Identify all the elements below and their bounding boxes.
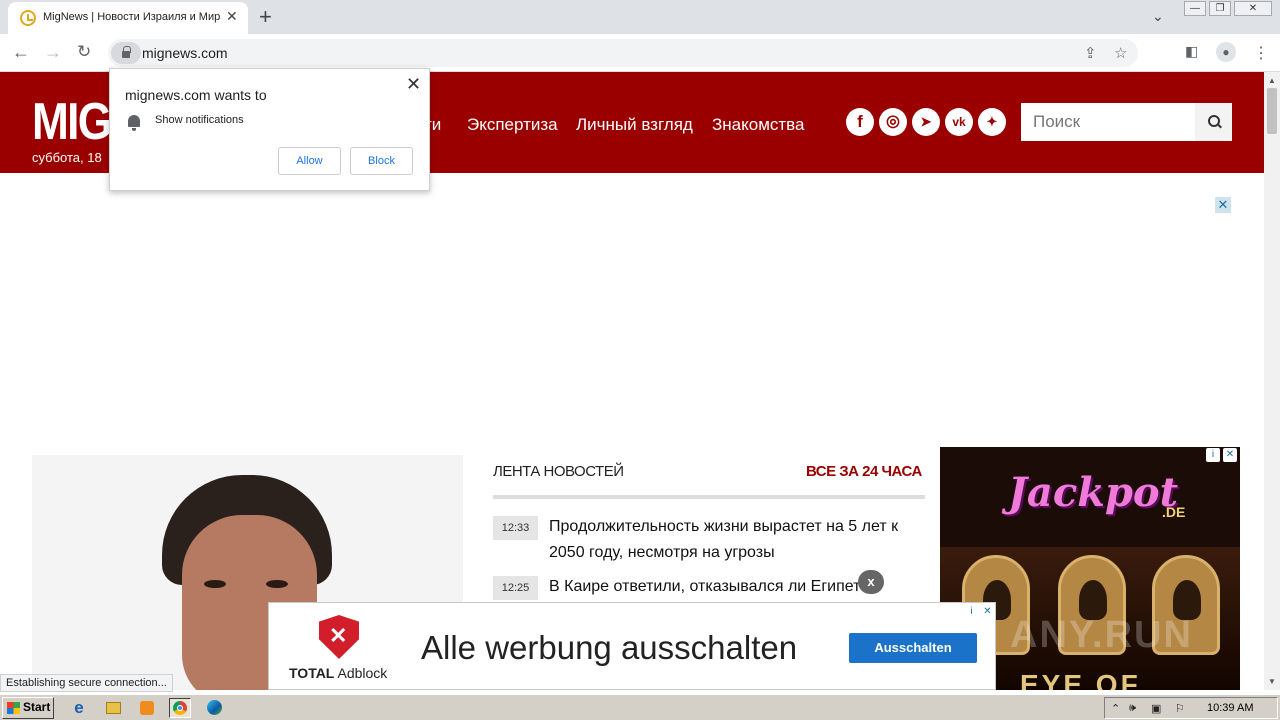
address-bar[interactable]: mignews.com ☆ ⇪	[108, 39, 1138, 67]
news-feed-title: ЛЕНТА НОВОСТЕЙ	[493, 463, 624, 480]
url-text[interactable]: mignews.com	[142, 45, 228, 61]
maximize-button[interactable]: ❐	[1209, 1, 1231, 16]
banner-brand: TOTAL Adblock	[289, 665, 388, 681]
block-button[interactable]: Block	[350, 147, 413, 175]
instagram-icon[interactable]: ◎	[879, 108, 907, 136]
browser-tab-strip: MigNews | Новости Израиля и Мира ✕ + ⌄ —…	[0, 0, 1280, 34]
back-arrow-icon[interactable]: ←	[12, 42, 30, 63]
site-search	[1021, 103, 1232, 141]
status-bubble: Establishing secure connection...	[0, 674, 173, 692]
scroll-thumb[interactable]	[1267, 88, 1277, 134]
adchoices-info-icon[interactable]: i	[965, 605, 978, 618]
bookmark-star-icon[interactable]: ☆	[1114, 44, 1127, 62]
windows-taskbar: Start e ⌃ 🕪 ▣ ⚐ 10:39 AM	[0, 694, 1280, 720]
side-panel-icon[interactable]: ◧	[1185, 43, 1198, 60]
news-feed-divider	[493, 495, 925, 499]
ad-close-icon[interactable]: ✕	[1215, 197, 1231, 213]
site-favicon-icon	[20, 10, 36, 26]
vk-icon[interactable]: vk	[945, 108, 973, 136]
minimize-button[interactable]: —	[1184, 1, 1206, 16]
nav-link-dating[interactable]: Знакомства	[712, 115, 804, 135]
browser-toolbar: ← → ↻ mignews.com ☆ ⇪ ◧ ● ⋮	[0, 34, 1280, 72]
notification-permission-popup: mignews.com wants to ✕ Show notification…	[109, 68, 430, 191]
adblock-banner[interactable]: TOTAL Adblock Alle werbung ausschalten A…	[268, 602, 996, 690]
header-date: суббота, 18	[32, 150, 102, 165]
page-scrollbar[interactable]: ▲ ▼	[1264, 72, 1280, 690]
system-tray: ⌃ 🕪 ▣ ⚐ 10:39 AM	[1104, 697, 1278, 719]
new-tab-button[interactable]: +	[259, 4, 272, 30]
banner-headline: Alle werbung ausschalten	[421, 629, 798, 666]
taskbar-clock[interactable]: 10:39 AM	[1207, 702, 1253, 714]
facebook-icon[interactable]: f	[846, 108, 874, 136]
twitter-icon[interactable]: ✦	[978, 108, 1006, 136]
notification-close-icon[interactable]: ✕	[406, 74, 421, 95]
telegram-icon[interactable]: ➤	[912, 108, 940, 136]
ad-brand: Jackpot	[1008, 469, 1179, 516]
share-icon[interactable]: ⇪	[1084, 44, 1097, 62]
edge-icon[interactable]	[204, 698, 226, 718]
start-button[interactable]: Start	[2, 697, 54, 719]
nav-link-expertise[interactable]: Экспертиза	[467, 115, 558, 135]
media-player-icon[interactable]	[136, 698, 158, 718]
volume-icon[interactable]: 🕪	[1129, 702, 1136, 715]
tray-expand-icon[interactable]: ⌃	[1111, 702, 1120, 715]
nav-link-personal-view[interactable]: Личный взгляд	[576, 115, 693, 135]
ad-brand-suffix: .DE	[1162, 504, 1186, 520]
scroll-down-arrow-icon[interactable]: ▼	[1268, 677, 1276, 686]
notification-title: mignews.com wants to	[125, 87, 267, 103]
ad-close-icon[interactable]: ✕	[981, 605, 994, 618]
notification-permission-text: Show notifications	[155, 114, 244, 126]
internet-explorer-icon[interactable]: e	[68, 698, 90, 718]
ad-bottom-text: EYE OF	[1020, 669, 1141, 690]
banner-close-button[interactable]: x	[858, 570, 884, 594]
tab-title: MigNews | Новости Израиля и Мира	[43, 11, 221, 23]
bell-icon	[128, 115, 140, 131]
allow-button[interactable]: Allow	[278, 147, 341, 175]
photo-eye-right	[266, 580, 288, 588]
search-input[interactable]	[1021, 103, 1195, 141]
shield-icon	[319, 615, 359, 659]
site-logo[interactable]: MIG	[32, 92, 112, 152]
reload-icon[interactable]: ↻	[77, 42, 91, 62]
banner-cta-button[interactable]: Ausschalten	[849, 633, 977, 663]
windows-logo-icon	[7, 702, 20, 714]
news-headline[interactable]: Продолжительность жизни вырастет на 5 ле…	[549, 514, 929, 566]
action-center-flag-icon[interactable]: ⚐	[1175, 702, 1185, 715]
scroll-up-arrow-icon[interactable]: ▲	[1268, 76, 1276, 85]
network-icon[interactable]: ▣	[1151, 702, 1161, 715]
watermark: ANY.RUN	[1010, 614, 1193, 656]
forward-arrow-icon[interactable]: →	[44, 42, 62, 63]
search-icon[interactable]	[1195, 103, 1232, 141]
tab-search-chevron-icon[interactable]: ⌄	[1152, 8, 1164, 25]
tab-close-icon[interactable]: ✕	[226, 8, 238, 25]
profile-avatar-icon[interactable]: ●	[1216, 42, 1236, 62]
window-close-button[interactable]: ✕	[1234, 1, 1272, 16]
browser-tab[interactable]: MigNews | Новости Израиля и Мира ✕	[8, 2, 248, 34]
news-feed-all-link[interactable]: ВСЕ ЗА 24 ЧАСА	[806, 463, 922, 480]
browser-menu-icon[interactable]: ⋮	[1253, 43, 1269, 63]
lock-icon[interactable]	[111, 42, 141, 64]
photo-eye-left	[204, 580, 226, 588]
ad-close-icon[interactable]: ✕	[1223, 448, 1237, 462]
file-explorer-icon[interactable]	[102, 698, 124, 718]
news-headline[interactable]: В Каире ответили, отказывался ли Египет	[549, 574, 879, 600]
chrome-icon[interactable]	[169, 698, 191, 718]
adchoices-info-icon[interactable]: i	[1206, 448, 1220, 462]
news-time: 12:25	[493, 576, 538, 600]
news-time: 12:33	[493, 516, 538, 540]
